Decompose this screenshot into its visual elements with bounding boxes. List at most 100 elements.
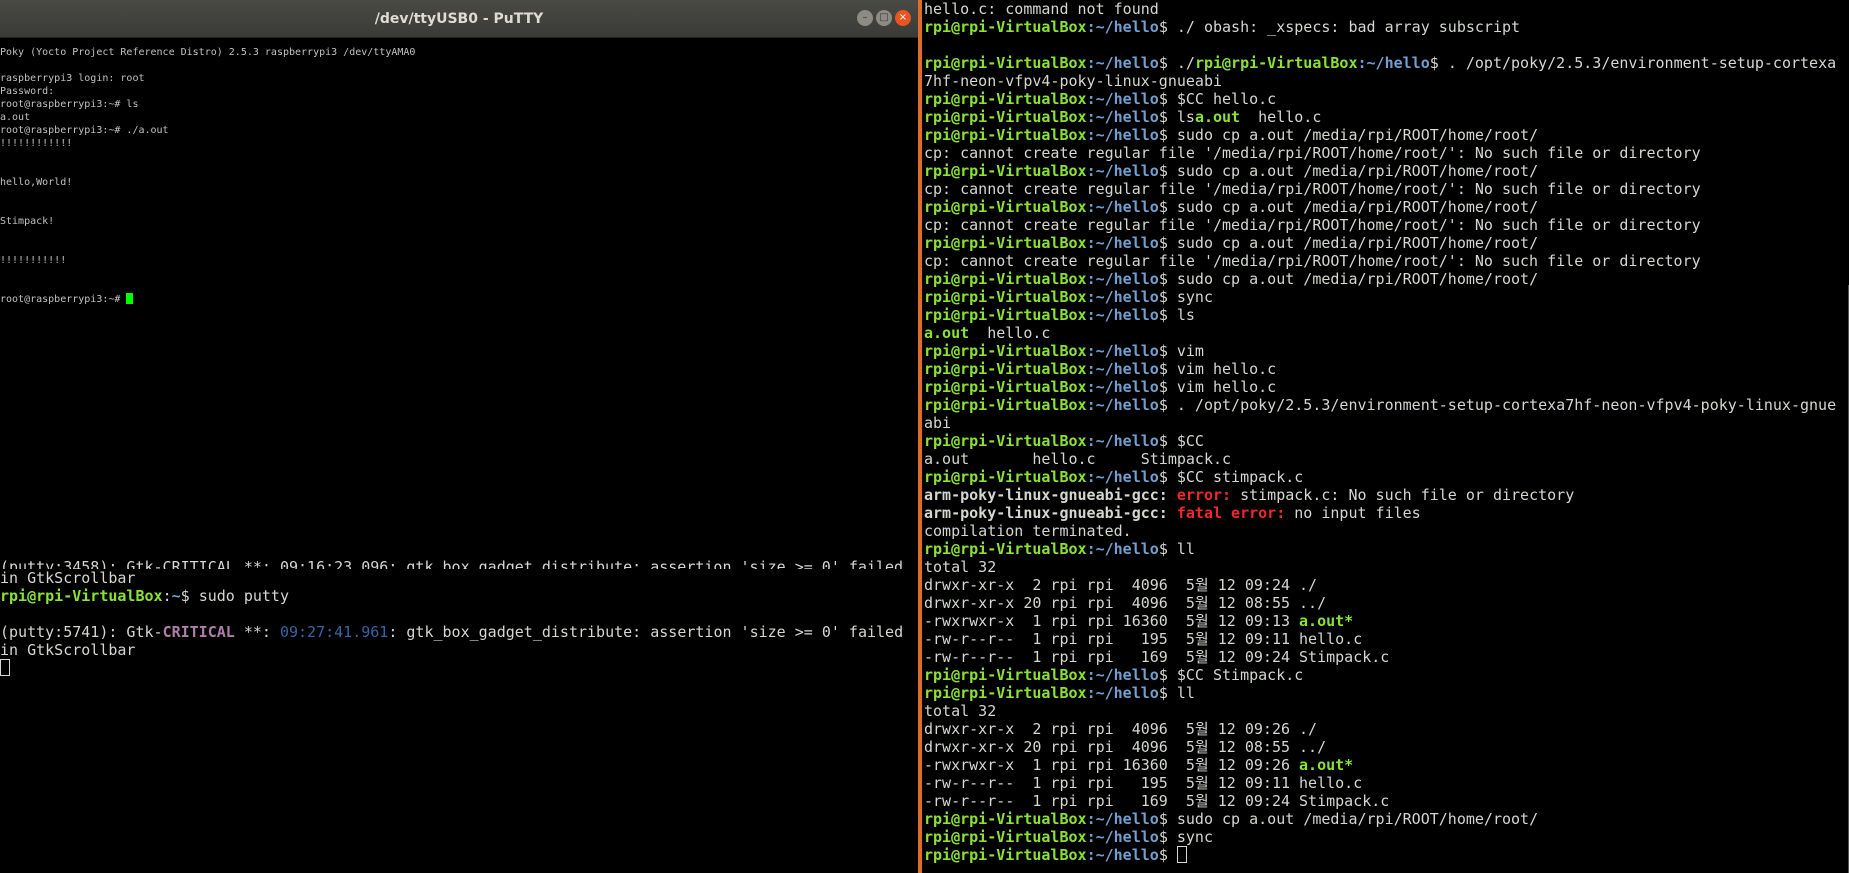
error-prefix: (putty:5741): Gtk- (0, 623, 163, 641)
terminal-line: (putty:3458): Gtk-CRITICAL **: 09:16:23.… (0, 558, 904, 569)
terminal-line: rpi@rpi-VirtualBox:~/hello$ vim hello.c (924, 360, 1849, 378)
file-listing-row: drwxr-xr-x 20 rpi rpi 4096 5월 12 08:55 .… (924, 738, 1327, 756)
terminal-line: rpi@rpi-VirtualBox:~/hello$ ll (924, 684, 1849, 702)
terminal-line: arm-poky-linux-gnueabi-gcc: fatal error:… (924, 504, 1849, 522)
terminal-line: abi (924, 414, 952, 432)
terminal-line (0, 659, 918, 677)
executable-file: a.out* (1299, 612, 1354, 630)
compiler-name: arm-poky-linux-gnueabi-gcc: (924, 486, 1168, 504)
error-time: 09:27:41.961 (279, 623, 389, 641)
prompt-user: rpi@rpi-VirtualBox (924, 684, 1087, 702)
command-text: ./ (1176, 54, 1195, 72)
putty-window[interactable]: /dev/ttyUSB0 - PuTTY – □ × Poky (Yocto P… (0, 0, 918, 561)
file-listing-row: -rwxrwxr-x 1 rpi rpi 16360 5월 12 09:26 a… (924, 756, 1849, 774)
prompt-dollar: $ (1158, 540, 1177, 558)
prompt-user: rpi@rpi-VirtualBox (924, 468, 1087, 486)
prompt-user: rpi@rpi-VirtualBox (924, 270, 1087, 288)
prompt-path: :~/hello (1086, 90, 1159, 108)
command-text: $CC Stimpack.c (1176, 666, 1304, 684)
prompt-dollar: $ (1158, 666, 1177, 684)
terminal-line: rpi@rpi-VirtualBox:~/hello$ $CC Stimpack… (924, 666, 1849, 684)
executable-file: a.out (1194, 108, 1241, 126)
prompt-user: rpi@rpi-VirtualBox (924, 666, 1087, 684)
prompt-path: :~/hello (1086, 288, 1159, 306)
prompt-user: rpi@rpi-VirtualBox (924, 396, 1087, 414)
prompt-user: rpi@rpi-VirtualBox (924, 198, 1087, 216)
prompt-user: rpi@rpi-VirtualBox (924, 810, 1087, 828)
prompt-path: :~/hello (1086, 666, 1159, 684)
prompt-dollar: $ (1158, 846, 1177, 864)
close-button[interactable]: × (895, 10, 911, 26)
terminal-line: (putty:5741): Gtk-CRITICAL **: 09:27:41.… (0, 623, 918, 641)
fatal-error-label: fatal error: (1167, 504, 1286, 522)
putty-console[interactable]: Poky (Yocto Project Reference Distro) 2.… (0, 46, 918, 561)
prompt-path: :~/hello (1086, 828, 1159, 846)
prompt-path: :~/hello (1086, 846, 1159, 864)
prompt-user: rpi@rpi-VirtualBox (924, 342, 1087, 360)
console-line: a.out (0, 112, 31, 123)
terminal-line: rpi@rpi-VirtualBox:~/hello$ vim (924, 342, 1849, 360)
command-text: sudo cp a.out /media/rpi/ROOT/home/root/ (1176, 126, 1539, 144)
command-text: sudo cp a.out /media/rpi/ROOT/home/root/ (1176, 234, 1539, 252)
prompt-user: rpi@rpi-VirtualBox (924, 90, 1087, 108)
console-line: !!!!!!!!!!!! (0, 138, 73, 149)
right-terminal[interactable]: hello.c: command not found rpi@rpi-Virtu… (922, 0, 1849, 873)
terminal-line: rpi@rpi-VirtualBox:~/hello$ $CC stimpack… (924, 468, 1849, 486)
terminal-line: rpi@rpi-VirtualBox:~/hello$ sudo cp a.ou… (924, 198, 1849, 216)
putty-title: /dev/ttyUSB0 - PuTTY (374, 11, 544, 27)
console-line: !!!!!!!!!!! (0, 255, 67, 266)
file-meta: -rwxrwxr-x 1 rpi rpi 16360 5월 12 09:13 (924, 612, 1300, 630)
prompt-user: rpi@rpi-VirtualBox (924, 828, 1087, 846)
prompt-user: rpi@rpi-VirtualBox (924, 18, 1087, 36)
prompt-user: rpi@rpi-VirtualBox (924, 54, 1087, 72)
prompt-dollar: $ (1158, 18, 1177, 36)
prompt-path: :~/hello (1357, 54, 1430, 72)
prompt-path: :~/hello (1086, 126, 1159, 144)
prompt-dollar: $ (1158, 270, 1177, 288)
maximize-button[interactable]: □ (876, 10, 892, 26)
command-text: sudo cp a.out /media/rpi/ROOT/home/root/ (1176, 270, 1539, 288)
file-listing-row: drwxr-xr-x 20 rpi rpi 4096 5월 12 08:55 .… (924, 594, 1327, 612)
error-message: : gtk_box_gadget_distribute: assertion '… (388, 623, 904, 641)
error-label: error: (1167, 486, 1232, 504)
command-text: ll (1176, 684, 1195, 702)
command-text: vim hello.c (1176, 360, 1277, 378)
left-terminal[interactable]: (putty:3458): Gtk-CRITICAL **: 09:16:23.… (0, 558, 918, 873)
prompt-user: rpi@rpi-VirtualBox (924, 360, 1087, 378)
console-prompt-line: root@raspberrypi3:~# (0, 293, 918, 306)
prompt-path: :~/hello (1086, 684, 1159, 702)
terminal-line: rpi@rpi-VirtualBox:~/hello$ ll (924, 540, 1849, 558)
prompt-dollar: $ (1158, 288, 1177, 306)
executable-file: a.out* (1299, 756, 1354, 774)
prompt-dollar: $ (1158, 828, 1177, 846)
terminal-line: in GtkScrollbar (0, 569, 136, 587)
command-text: ./ obash: _xspecs: bad array subscript (1176, 18, 1521, 36)
terminal-line: a.out hello.c Stimpack.c (924, 450, 1232, 468)
prompt-colon: : (162, 587, 172, 605)
prompt-dollar: $ (1158, 396, 1177, 414)
compiler-name: arm-poky-linux-gnueabi-gcc: (924, 504, 1168, 522)
prompt-dollar: $ (1158, 810, 1177, 828)
terminal-line: rpi@rpi-VirtualBox:~/hello$ . /opt/poky/… (924, 396, 1849, 414)
putty-titlebar[interactable]: /dev/ttyUSB0 - PuTTY – □ × (0, 0, 918, 38)
prompt-path: ~ (171, 587, 181, 605)
prompt-dollar: $ (1429, 54, 1448, 72)
command-text: sync (1176, 288, 1213, 306)
error-stars: **: (234, 623, 280, 641)
prompt-dollar: $ (1158, 126, 1177, 144)
prompt-user: rpi@rpi-VirtualBox (924, 162, 1087, 180)
prompt-user: rpi@rpi-VirtualBox (924, 234, 1087, 252)
terminal-line: rpi@rpi-VirtualBox:~/hello$ lsa.out hell… (924, 108, 1849, 126)
console-line: root@raspberrypi3:~# ./a.out (0, 125, 169, 136)
minimize-button[interactable]: – (857, 10, 873, 26)
prompt-user: rpi@rpi-VirtualBox (924, 306, 1087, 324)
prompt-user: rpi@rpi-VirtualBox (924, 108, 1087, 126)
console-line: root@raspberrypi3:~# ls (0, 99, 139, 110)
prompt-dollar: $ (1158, 162, 1177, 180)
prompt-path: :~/hello (1086, 108, 1159, 126)
